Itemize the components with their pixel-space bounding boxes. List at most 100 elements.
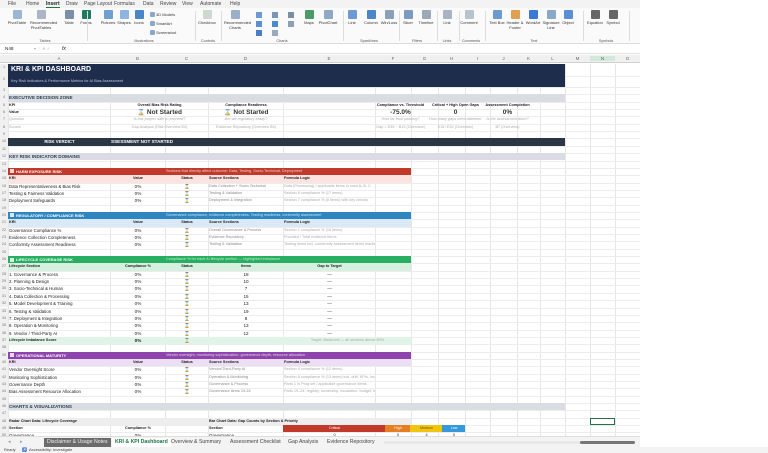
row-header[interactable]: 46 — [0, 403, 8, 410]
row-header[interactable]: 25 — [0, 249, 8, 256]
tab-view[interactable]: View — [182, 1, 193, 7]
row-header[interactable]: 43 — [0, 381, 8, 388]
symbol-button[interactable]: Symbol — [602, 10, 624, 26]
row-header[interactable]: 39 — [0, 352, 8, 359]
checkbox-button[interactable]: Checkbox — [196, 10, 218, 26]
row-header[interactable]: 34 — [0, 315, 8, 322]
chart-type-icon[interactable] — [256, 12, 262, 18]
tab-data[interactable]: Data — [143, 1, 154, 7]
column-header-E[interactable]: E — [283, 56, 375, 61]
link-button[interactable]: Link — [436, 10, 458, 26]
tab-insert[interactable]: Insert — [46, 1, 60, 8]
worksheet-grid[interactable]: 1234567891011121314151617181920212223242… — [0, 64, 640, 436]
tab-page-layout[interactable]: Page Layout — [84, 1, 112, 7]
sheet-tab-gap-analysis[interactable]: Gap Analysis — [285, 438, 321, 447]
3d-models-button[interactable]: 3D Models — [150, 12, 175, 17]
tab-draw[interactable]: Draw — [66, 1, 78, 7]
tab-file[interactable]: File — [8, 1, 16, 7]
row-header[interactable]: 38 — [0, 344, 8, 351]
row-header[interactable]: 35 — [0, 322, 8, 329]
row-header[interactable]: 49 — [0, 425, 8, 432]
row-header[interactable]: 11 — [0, 146, 8, 153]
row-header[interactable]: 48 — [0, 418, 8, 425]
row-header[interactable]: 2 — [0, 76, 8, 87]
screenshot-button[interactable]: Screenshot — [150, 30, 176, 35]
object-button[interactable]: Object — [557, 10, 579, 26]
row-header[interactable]: 45 — [0, 396, 8, 403]
sheet-tab-assessment-checklist[interactable]: Assessment Checklist — [227, 438, 284, 447]
column-header-O[interactable]: O — [615, 56, 640, 61]
row-header[interactable]: 5 — [0, 102, 8, 109]
chart-type-icon[interactable] — [288, 21, 294, 27]
recommended-pivottables-button[interactable]: Recommended PivotTables — [30, 10, 52, 30]
row-header[interactable]: 33 — [0, 308, 8, 315]
column-header-B[interactable]: B — [110, 56, 165, 61]
tab-help[interactable]: Help — [230, 1, 240, 7]
column-header-D[interactable]: D — [208, 56, 283, 61]
column-header-G[interactable]: G — [411, 56, 438, 61]
row-header[interactable]: 6 — [0, 109, 8, 116]
row-header[interactable]: 12 — [0, 153, 8, 160]
icons-button[interactable]: Icons — [128, 10, 150, 26]
chart-type-icon[interactable] — [272, 21, 278, 27]
row-header[interactable]: 9 — [0, 131, 8, 138]
column-header-L[interactable]: L — [540, 56, 565, 61]
row-header[interactable]: 3 — [0, 87, 8, 94]
sheet-tab-disclaimer-usage-notes[interactable]: Disclaimer & Usage Notes — [44, 438, 111, 447]
row-header[interactable]: 28 — [0, 271, 8, 278]
selected-cell-n48[interactable] — [590, 418, 615, 425]
formula-input[interactable] — [80, 46, 630, 53]
name-box[interactable]: N48 — [5, 46, 31, 53]
tab-automate[interactable]: Automate — [200, 1, 221, 7]
sheet-tab-overview-summary[interactable]: Overview & Summary — [168, 438, 224, 447]
row-header[interactable]: 27 — [0, 263, 8, 270]
column-header-N[interactable]: N — [590, 56, 615, 61]
accessibility-status[interactable]: Accessibility: Investigate — [29, 447, 72, 452]
row-header[interactable]: 47 — [0, 410, 8, 417]
column-header-K[interactable]: K — [517, 56, 540, 61]
row-header[interactable]: 41 — [0, 366, 8, 373]
row-header[interactable]: 4 — [0, 94, 8, 101]
tab-home[interactable]: Home — [26, 1, 39, 7]
row-header[interactable]: 13 — [0, 161, 8, 168]
row-header[interactable]: 14 — [0, 168, 8, 175]
row-header[interactable]: 16 — [0, 183, 8, 190]
column-header-A[interactable]: A — [8, 56, 110, 61]
row-header[interactable]: 21 — [0, 219, 8, 226]
sheet-tab-evidence-repository[interactable]: Evidence Repository — [324, 438, 378, 447]
row-header[interactable]: 20 — [0, 212, 8, 219]
tab-review[interactable]: Review — [160, 1, 176, 7]
row-header[interactable]: 24 — [0, 241, 8, 248]
row-header[interactable]: 42 — [0, 374, 8, 381]
row-header[interactable]: 8 — [0, 124, 8, 131]
chart-type-icon[interactable] — [272, 30, 278, 36]
tab-formulas[interactable]: Formulas — [114, 1, 135, 7]
recommended-charts-button[interactable]: Recommended Charts — [224, 10, 246, 30]
row-header[interactable]: 1 — [0, 64, 8, 76]
column-header-I[interactable]: I — [465, 56, 490, 61]
row-header[interactable]: 37 — [0, 337, 8, 344]
row-header[interactable]: 29 — [0, 278, 8, 285]
row-header[interactable]: 17 — [0, 190, 8, 197]
row-header[interactable]: 36 — [0, 330, 8, 337]
chart-type-icon[interactable] — [288, 12, 294, 18]
row-header[interactable]: 10 — [0, 138, 8, 145]
fx-icon[interactable]: fx — [62, 46, 66, 52]
row-header[interactable]: 32 — [0, 300, 8, 307]
pivotchart-button[interactable]: PivotChart — [317, 10, 339, 26]
chart-type-icon[interactable] — [256, 30, 262, 36]
row-header[interactable]: 18 — [0, 197, 8, 204]
row-header[interactable]: 19 — [0, 205, 8, 212]
column-header-H[interactable]: H — [438, 56, 465, 61]
row-header[interactable]: 15 — [0, 175, 8, 182]
row-header[interactable]: 31 — [0, 293, 8, 300]
column-header-C[interactable]: C — [165, 56, 208, 61]
prev-sheet-icon[interactable]: ◂ — [8, 439, 11, 445]
row-header[interactable]: 23 — [0, 234, 8, 241]
column-header-F[interactable]: F — [375, 56, 411, 61]
row-header[interactable]: 44 — [0, 388, 8, 395]
row-header[interactable]: 7 — [0, 116, 8, 123]
forms-button[interactable]: Forms — [75, 10, 97, 26]
pivottable-button[interactable]: PivotTable — [6, 10, 28, 26]
row-header[interactable]: 26 — [0, 256, 8, 263]
